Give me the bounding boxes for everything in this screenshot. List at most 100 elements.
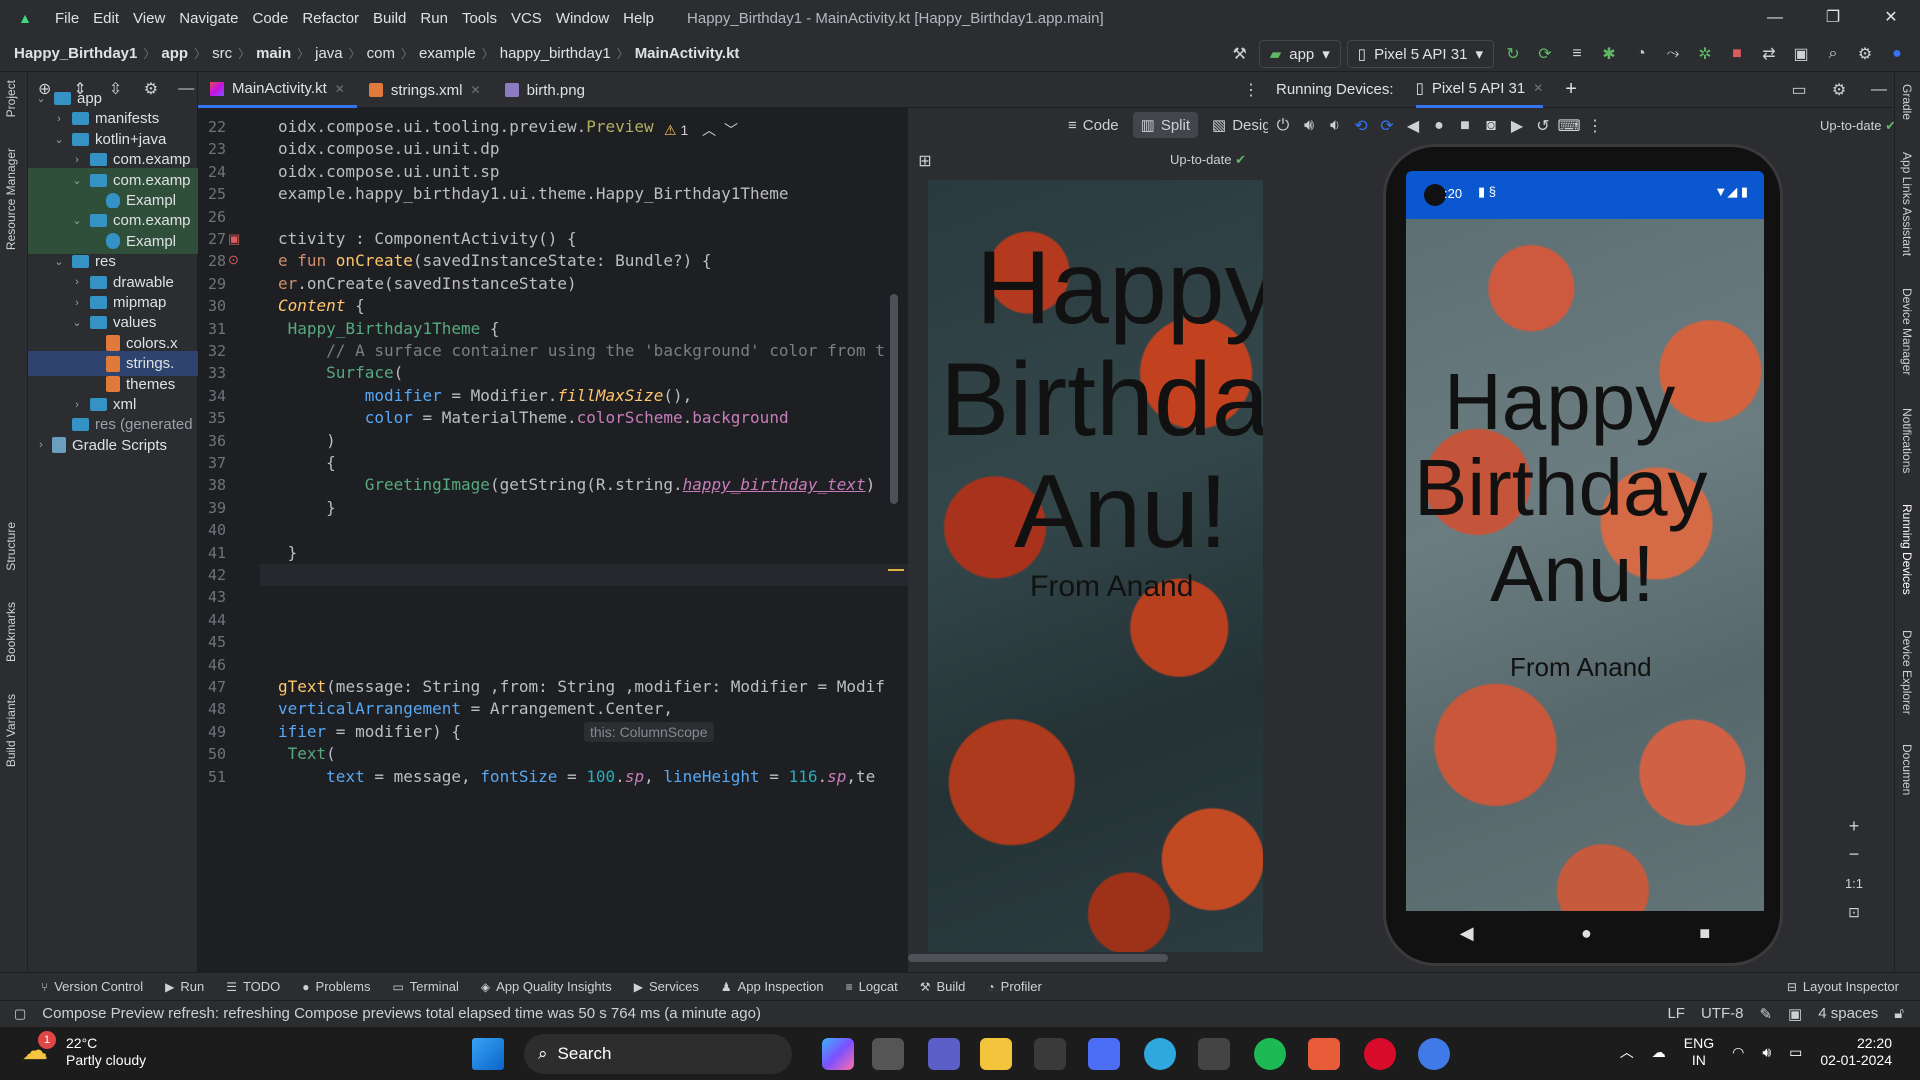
device-manager-tool-button[interactable]: Device Manager	[1900, 288, 1914, 375]
back-icon[interactable]: ◀	[1460, 923, 1474, 944]
device-explorer-tool-button[interactable]: Device Explorer	[1900, 630, 1914, 715]
chevron-down-icon[interactable]: ⌄	[70, 214, 84, 227]
spotify-icon[interactable]	[1254, 1038, 1286, 1070]
wifi-icon[interactable]: ◠	[1732, 1044, 1744, 1061]
run-config-select[interactable]: ▰ app ▾	[1258, 40, 1341, 68]
close-icon[interactable]: ✕	[335, 82, 345, 96]
record-icon[interactable]: ▶	[1504, 113, 1530, 139]
minimize-icon[interactable]: —	[1746, 0, 1804, 36]
build-variants-tool-button[interactable]: Build Variants	[4, 694, 18, 767]
editor-scrollbar[interactable]	[890, 108, 898, 972]
structure-tool-button[interactable]: Structure	[4, 522, 18, 571]
hide-icon[interactable]: —	[1866, 77, 1892, 103]
notifications-tool-button[interactable]: Notifications	[1900, 408, 1914, 473]
back-icon[interactable]: ◀	[1400, 113, 1426, 139]
breadcrumb-item[interactable]: happy_birthday1	[500, 45, 611, 62]
language-indicator[interactable]: ENG IN	[1684, 1035, 1714, 1069]
fit-screen-icon[interactable]: ⊡	[1840, 898, 1868, 926]
tab-mainactivity[interactable]: MainActivity.kt ✕	[198, 72, 357, 108]
chevron-down-icon[interactable]: ﹀	[724, 122, 738, 138]
chevron-right-icon[interactable]: ›	[70, 154, 84, 166]
task-view-icon[interactable]	[872, 1038, 904, 1070]
tool-profiler[interactable]: ◔ Profiler	[976, 979, 1052, 994]
device-manager-icon[interactable]: ▣	[1788, 41, 1814, 67]
tool-terminal[interactable]: ▭ Terminal	[381, 979, 469, 994]
preview-tools-icon[interactable]: ⊞	[912, 148, 938, 174]
menu-refactor[interactable]: Refactor	[295, 10, 366, 27]
menu-vcs[interactable]: VCS	[504, 10, 549, 27]
toggle-tool-windows-icon[interactable]: ▢	[14, 1006, 26, 1022]
line-separator[interactable]: LF	[1667, 1005, 1685, 1023]
menu-edit[interactable]: Edit	[86, 10, 126, 27]
project-tool-button[interactable]: Project	[4, 80, 18, 117]
chevron-right-icon[interactable]: ›	[70, 276, 84, 288]
tool-problems[interactable]: ● Problems	[291, 979, 381, 994]
window-icon[interactable]: ▭	[1786, 77, 1812, 103]
tab-strings-xml[interactable]: strings.xml ✕	[357, 72, 493, 108]
file-explorer-icon[interactable]	[980, 1038, 1012, 1070]
tool-run[interactable]: ▶ Run	[154, 979, 215, 994]
bookmarks-tool-button[interactable]: Bookmarks	[4, 602, 18, 662]
more-options-icon[interactable]: ⋮	[1238, 77, 1264, 103]
resource-manager-tool-button[interactable]: Resource Manager	[4, 148, 18, 250]
breadcrumb-item[interactable]: com	[367, 45, 395, 62]
split-view-button[interactable]: ▥ Split	[1132, 112, 1198, 138]
tool-version-control[interactable]: ⑂ Version Control	[30, 979, 154, 994]
attach-icon[interactable]: ⤳	[1660, 41, 1686, 67]
tool-build[interactable]: ⚒ Build	[909, 979, 977, 994]
debug-icon[interactable]: ✱	[1596, 41, 1622, 67]
game-icon[interactable]	[1198, 1038, 1230, 1070]
zoom-reset-button[interactable]: 1:1	[1840, 870, 1868, 898]
teams-icon[interactable]	[928, 1038, 960, 1070]
code-editor[interactable]: 22 23 24 25 26 27 28 29 30 31 32 33 34 35 36 37 38 39 40 41…	[198, 108, 908, 972]
rotate-right-icon[interactable]: ⟳	[1374, 113, 1400, 139]
zoom-out-icon[interactable]: −	[1840, 840, 1868, 868]
tab-birth-png[interactable]: birth.png	[493, 72, 597, 108]
volume-down-icon[interactable]: 🔉︎	[1322, 113, 1348, 139]
add-device-icon[interactable]: +	[1565, 78, 1577, 101]
tool-services[interactable]: ▶ Services	[623, 979, 710, 994]
tool-app-inspection[interactable]: ♟ App Inspection	[710, 979, 835, 994]
weather-widget[interactable]: ☁ 1 22°C Partly cloudy	[22, 1031, 146, 1069]
app-links-tool-button[interactable]: App Links Assistant	[1900, 152, 1914, 256]
power-icon[interactable]: ⏻	[1270, 113, 1296, 139]
override-gutter-icon[interactable]: ⊙	[228, 252, 239, 268]
tool-app-quality-insights[interactable]: ◈ App Quality Insights	[470, 979, 623, 994]
menu-navigate[interactable]: Navigate	[172, 10, 245, 27]
menu-help[interactable]: Help	[616, 10, 661, 27]
menu-tools[interactable]: Tools	[455, 10, 504, 27]
file-encoding[interactable]: UTF-8	[1701, 1005, 1744, 1023]
gear-icon[interactable]: ⚙	[1826, 77, 1852, 103]
chevron-right-icon[interactable]: ›	[52, 113, 66, 125]
lock-icon[interactable]: ▣	[1788, 1005, 1802, 1023]
chevron-down-icon[interactable]: ⌄	[70, 316, 84, 329]
menu-file[interactable]: File	[48, 10, 86, 27]
windows-start-icon[interactable]	[472, 1038, 504, 1070]
keyboard-icon[interactable]: ⌨	[1556, 113, 1582, 139]
breadcrumb-item[interactable]: app	[161, 45, 188, 62]
menu-build[interactable]: Build	[366, 10, 413, 27]
overview-icon[interactable]: ■	[1699, 923, 1710, 944]
tree-item[interactable]: › Gradle Scripts	[28, 433, 198, 458]
indent-setting[interactable]: 4 spaces	[1818, 1005, 1878, 1023]
store-icon[interactable]	[1034, 1038, 1066, 1070]
preview-scrollbar[interactable]	[908, 954, 1168, 962]
warning-indicator[interactable]: ⚠ 1 ︿ ﹀	[664, 120, 738, 140]
volume-up-icon[interactable]: 🔊︎	[1296, 113, 1322, 139]
breadcrumb-item[interactable]: src	[212, 45, 232, 62]
chevron-right-icon[interactable]: ›	[70, 399, 84, 411]
chevron-up-icon[interactable]: ︿	[702, 122, 716, 138]
close-icon[interactable]: ✕	[471, 83, 481, 97]
home-icon[interactable]: ●	[1426, 113, 1452, 139]
reset-icon[interactable]: ↺	[1530, 113, 1556, 139]
sync-icon[interactable]: ⇄	[1756, 41, 1782, 67]
account-icon[interactable]: ●	[1884, 41, 1910, 67]
breadcrumb-item[interactable]: Happy_Birthday1	[14, 45, 137, 62]
copilot-icon[interactable]	[822, 1038, 854, 1070]
stop-icon[interactable]: ■	[1724, 41, 1750, 67]
breadcrumb-item[interactable]: java	[315, 45, 343, 62]
rotate-left-icon[interactable]: ⟲	[1348, 113, 1374, 139]
search-icon[interactable]: ⌕	[1820, 41, 1846, 67]
breadcrumb-item[interactable]: main	[256, 45, 291, 62]
taskbar-search[interactable]: ⌕ Search	[524, 1034, 792, 1074]
